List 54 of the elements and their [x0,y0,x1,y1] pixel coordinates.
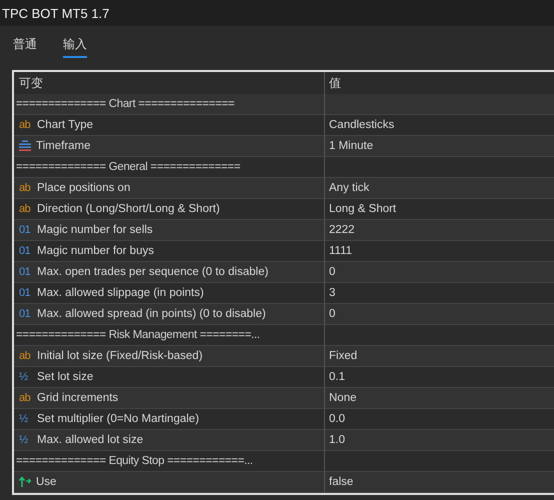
parameter-value[interactable]: None [329,392,356,404]
parameter-name: Place positions on [37,182,130,194]
arrows-icon [19,476,31,488]
parameter-name: Use [36,476,56,488]
type-icon: 01 [19,266,32,278]
type-icon: 01 [19,308,32,320]
parameter-value[interactable]: 1 Minute [329,140,374,152]
parameter-value[interactable]: 1.0 [329,434,345,446]
parameter-name: Max. allowed lot size [37,434,144,446]
parameter-value[interactable]: 1111 [329,245,352,257]
parameter-name: Chart Type [37,119,94,131]
type-icon: ½ [19,371,32,383]
parameter-name: Set multiplier (0=No Martingale) [37,413,200,425]
parameter-name: Grid increments [37,392,118,404]
tab[interactable]: 输入 [63,36,87,58]
type-icon: ½ [19,413,32,425]
list-icon [19,140,31,152]
parameter-name: Magic number for sells [37,224,153,236]
parameter-value[interactable]: 0.0 [329,413,345,425]
type-icon: ab [19,119,32,131]
parameter-value[interactable]: 0 [329,308,336,320]
type-icon: ab [19,350,32,362]
type-icon: ½ [19,434,32,446]
column-header: 可变 [19,74,43,92]
parameter-name: Set lot size [37,371,94,383]
type-icon: ab [19,182,32,194]
parameter-name: Magic number for buys [37,245,154,257]
parameter-value[interactable]: false [329,476,354,488]
section-title: ============== Equity Stop ============... [16,455,253,467]
type-icon: 01 [19,224,32,236]
parameter-name: Direction (Long/Short/Long & Short) [37,203,220,215]
type-icon: 01 [19,245,32,257]
parameter-name: Max. allowed spread (in points) (0 to disable) [37,308,266,320]
tab[interactable]: 普通 [13,36,37,58]
type-icon: 01 [19,287,32,299]
parameter-name: Timeframe [36,140,91,152]
parameter-value[interactable]: 2222 [329,224,355,236]
parameter-value[interactable]: Fixed [329,350,358,362]
section-title: ============== Chart =============== [16,98,234,110]
type-icon: ab [19,203,32,215]
section-title: ============== Risk Management ========... [16,329,260,341]
parameter-value[interactable]: 0.1 [329,371,345,383]
parameter-value[interactable]: Candlesticks [329,119,394,131]
parameter-value[interactable]: Long & Short [329,203,396,215]
parameter-name: Max. open trades per sequence (0 to disable) [37,266,268,278]
parameter-value[interactable]: Any tick [329,182,370,194]
section-title: ============== General ============== [16,161,240,173]
parameter-name: Initial lot size (Fixed/Risk-based) [37,350,203,362]
parameter-value[interactable]: 0 [329,266,336,278]
parameter-value[interactable]: 3 [329,287,336,299]
parameter-name: Max. allowed slippage (in points) [37,287,204,299]
window-title: TPC BOT MT5 1.7 [2,6,110,20]
type-icon: ab [19,392,32,404]
column-header: 值 [329,74,341,92]
